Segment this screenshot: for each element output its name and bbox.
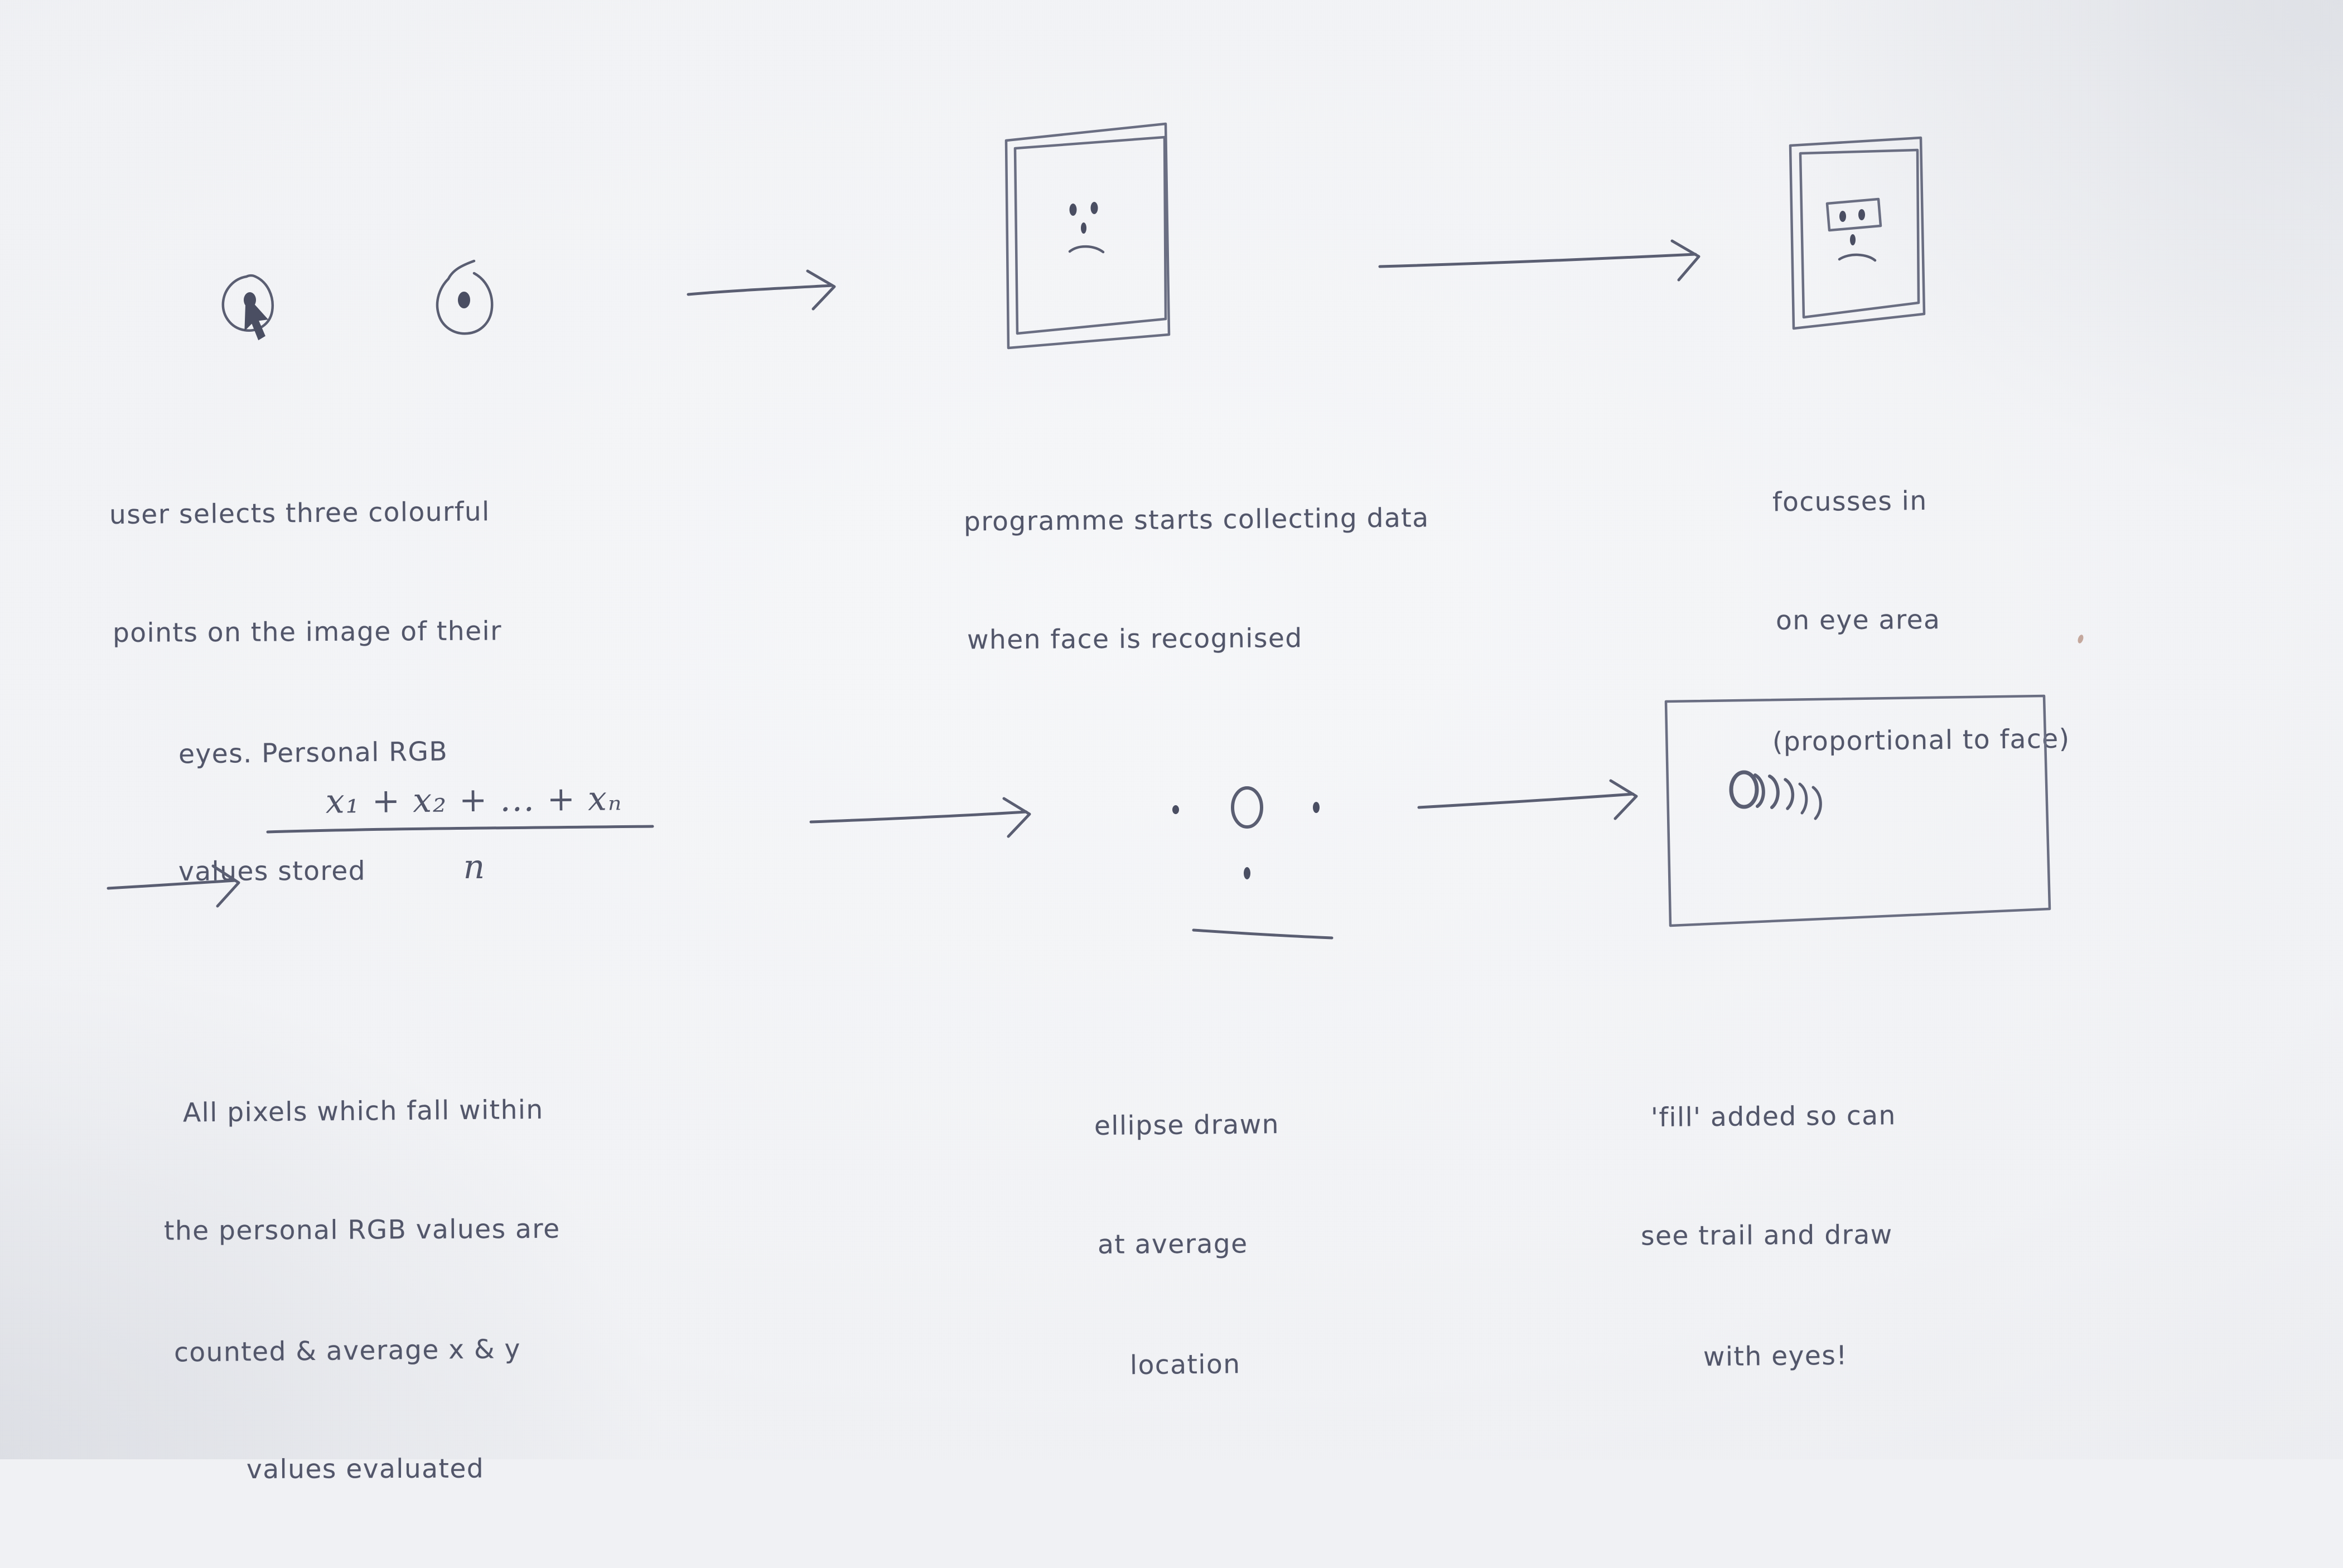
caption-line: on eye area bbox=[1775, 604, 1941, 636]
right-eye-pupil bbox=[458, 292, 470, 308]
caption-line: when face is recognised bbox=[967, 623, 1303, 656]
eye-dot-left bbox=[1069, 204, 1077, 216]
frown-mouth bbox=[1838, 253, 1877, 262]
double-rectangle-frame-outer bbox=[1789, 136, 1926, 330]
caption-line: 'fill' added so can bbox=[1650, 1100, 1897, 1133]
cursor-pointer-icon bbox=[244, 294, 269, 341]
formula-numerator: x₁ + x₂ + ... + xₙ bbox=[325, 779, 623, 821]
formula-denominator: n bbox=[463, 848, 485, 887]
panel-1-sketch-two-eyes bbox=[221, 259, 494, 341]
dot-below bbox=[1244, 867, 1250, 879]
panel-2-caption: programme starts collecting data when fa… bbox=[964, 419, 1678, 738]
caption-line: eyes. Personal RGB bbox=[178, 735, 448, 770]
frown-mouth bbox=[1068, 245, 1105, 254]
arrow-4 bbox=[809, 797, 1031, 838]
panel-5-caption: ellipse drawn at average location bbox=[1094, 1025, 1485, 1463]
eye-dot-right bbox=[1858, 209, 1865, 220]
arrow-2 bbox=[1378, 239, 1701, 282]
baseline-stroke bbox=[1192, 928, 1334, 940]
nose-dash bbox=[1081, 222, 1086, 234]
hollow-ellipse bbox=[1231, 786, 1263, 829]
panel-2-sketch-camera-frame bbox=[1004, 122, 1171, 350]
arrow-1 bbox=[687, 269, 836, 311]
trail-arc-4 bbox=[1798, 782, 1808, 815]
eye-dot-right bbox=[1090, 202, 1098, 214]
panel-6-caption: 'fill' added so can see trail and draw w… bbox=[1641, 1016, 2170, 1454]
caption-line: user selects three colourful bbox=[109, 496, 490, 531]
panel-4-formula: x₁ + x₂ + ... + xₙ n bbox=[262, 779, 686, 887]
panel-6-sketch-canvas-trail bbox=[1664, 694, 2051, 927]
nose-dash bbox=[1850, 234, 1856, 245]
trail-arc-5 bbox=[1811, 786, 1822, 820]
caption-line: with eyes! bbox=[1703, 1340, 1848, 1372]
filled-ellipse-head bbox=[1729, 770, 1759, 809]
caption-line: location bbox=[1129, 1348, 1241, 1381]
dot-right bbox=[1313, 802, 1320, 813]
caption-line: at average bbox=[1097, 1228, 1248, 1260]
double-rectangle-frame-inner bbox=[1013, 135, 1167, 335]
caption-line: ellipse drawn bbox=[1094, 1109, 1280, 1141]
arrow-5 bbox=[1417, 779, 1638, 820]
caption-line: points on the image of their bbox=[112, 616, 503, 649]
caption-line: focusses in bbox=[1772, 485, 1927, 518]
trail-arc-3 bbox=[1784, 778, 1795, 810]
double-rectangle-frame-outer bbox=[1004, 122, 1171, 350]
eye-area-box bbox=[1825, 197, 1882, 232]
caption-line: programme starts collecting data bbox=[963, 502, 1429, 538]
formula-fraction-bar bbox=[266, 825, 654, 834]
trail-arc-2 bbox=[1768, 775, 1780, 809]
caption-line: the personal RGB values are bbox=[163, 1213, 561, 1247]
panel-3-sketch-eye-region bbox=[1789, 136, 1926, 330]
caption-line: All pixels which fall within bbox=[182, 1094, 544, 1129]
eye-dot-left bbox=[1839, 211, 1846, 222]
caption-line: counted & average x & y bbox=[173, 1333, 521, 1368]
caption-line: see trail and draw bbox=[1640, 1219, 1893, 1252]
single-rectangle-canvas bbox=[1664, 694, 2051, 927]
panel-4-caption: All pixels which fall within the persona… bbox=[164, 1010, 880, 1568]
caption-line: values evaluated bbox=[246, 1453, 485, 1485]
dot-left bbox=[1172, 805, 1179, 814]
double-rectangle-frame-inner bbox=[1799, 148, 1920, 319]
sketch-canvas: user selects three colourful points on t… bbox=[0, 0, 2343, 1485]
